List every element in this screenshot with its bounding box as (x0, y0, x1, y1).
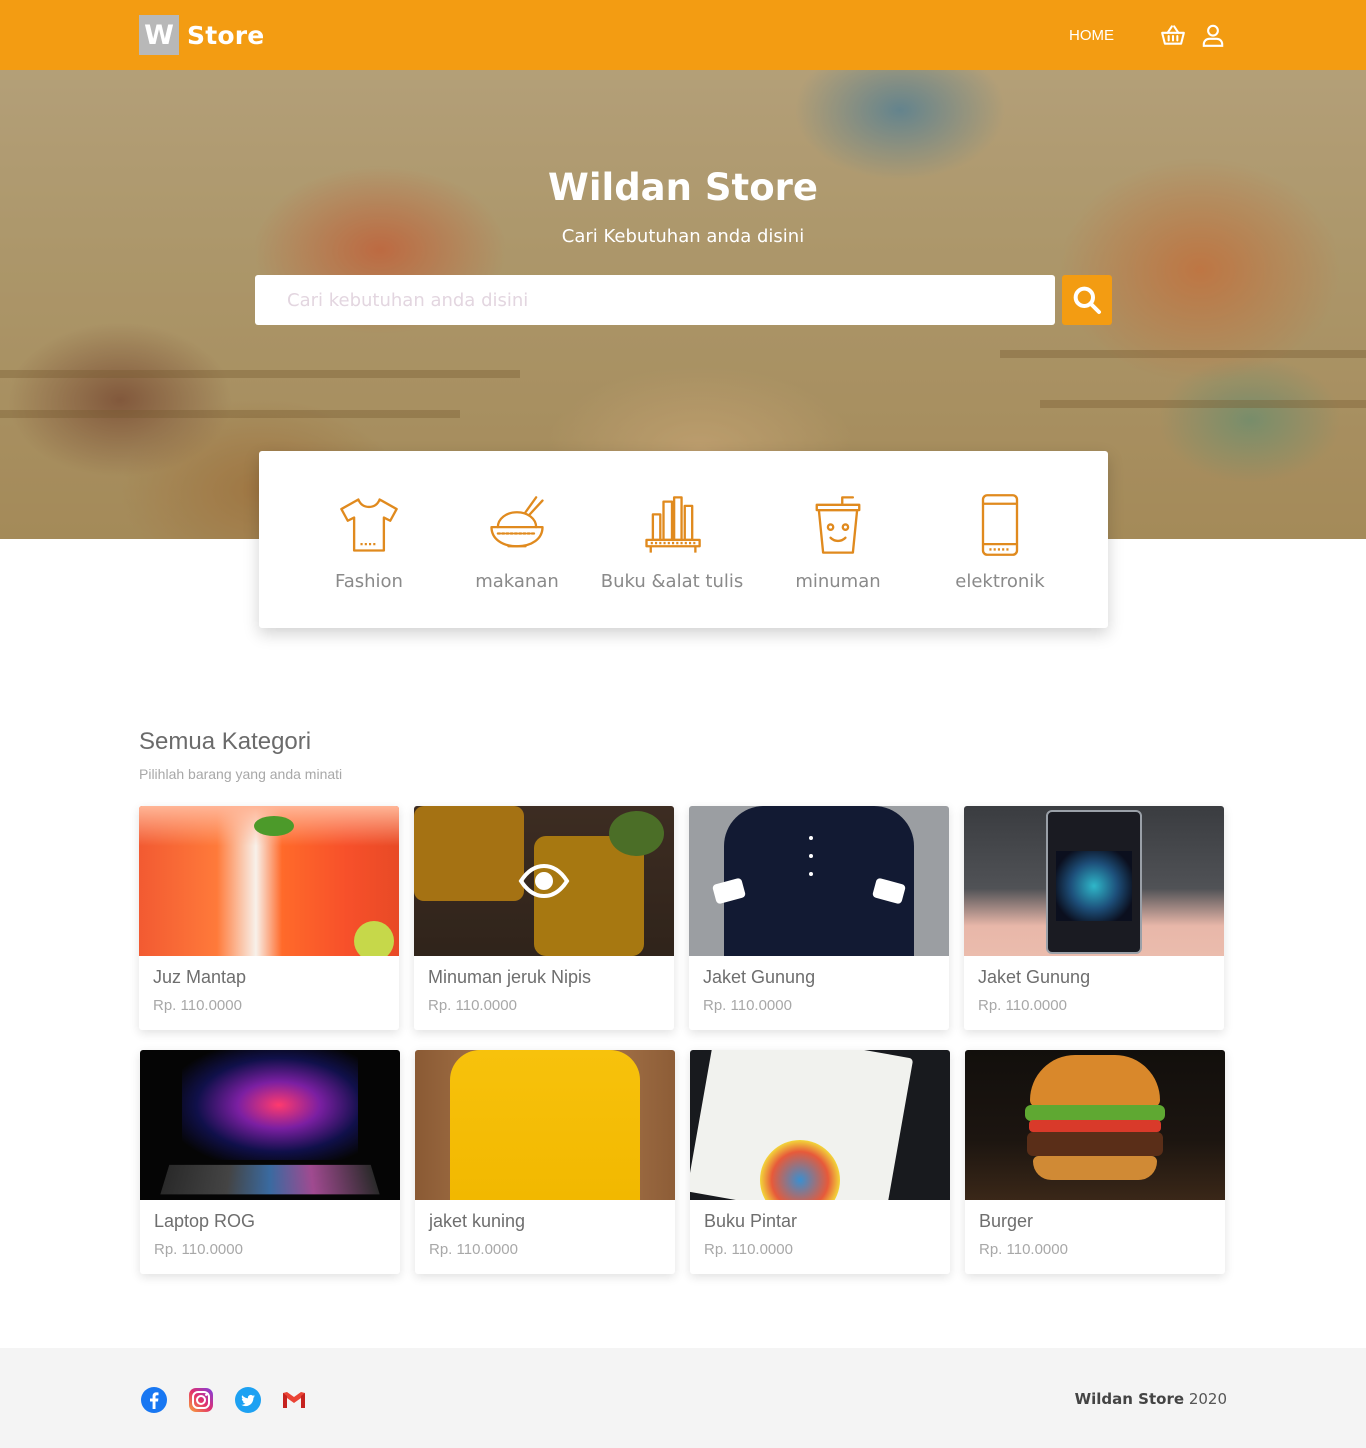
section-subtitle: Pilihlah barang yang anda minati (139, 766, 343, 782)
eye-icon[interactable] (518, 863, 570, 899)
product-image (414, 806, 674, 956)
product-card[interactable]: Jaket Gunung Rp. 110.0000 (964, 806, 1224, 1030)
nav-menu: HOME (1069, 20, 1226, 50)
product-image (139, 806, 399, 956)
search-input[interactable] (255, 275, 1055, 325)
smartphone-icon (981, 494, 1019, 556)
hero-title: Wildan Store (548, 166, 818, 209)
category-minuman[interactable]: minuman (763, 491, 913, 592)
tshirt-icon (340, 498, 398, 552)
product-price: Rp. 110.0000 (703, 997, 792, 1014)
footer-brand: Wildan Store (1074, 1390, 1185, 1408)
instagram-icon[interactable] (187, 1386, 215, 1414)
search-icon (1073, 286, 1101, 314)
product-name: Jaket Gunung (978, 967, 1091, 987)
category-label: Fashion (335, 571, 403, 592)
product-price: Rp. 110.0000 (154, 1241, 243, 1258)
product-image (965, 1050, 1225, 1200)
product-card[interactable]: Laptop ROG Rp. 110.0000 (140, 1050, 400, 1274)
product-image (690, 1050, 950, 1200)
product-card[interactable]: Buku Pintar Rp. 110.0000 (690, 1050, 950, 1274)
product-image (964, 806, 1224, 956)
category-label: makanan (475, 571, 559, 592)
footer-copyright: Wildan Store 2020 (1075, 1390, 1227, 1408)
footer-year: 2020 (1188, 1390, 1227, 1408)
product-image (689, 806, 949, 956)
product-card[interactable]: Juz Mantap Rp. 110.0000 (139, 806, 399, 1030)
category-label: elektronik (955, 571, 1045, 592)
product-name: Laptop ROG (154, 1211, 256, 1231)
brand-name: Store (187, 20, 265, 50)
brand-logo: W (139, 15, 179, 55)
product-name: Jaket Gunung (703, 967, 816, 987)
basket-icon[interactable] (1160, 22, 1186, 48)
category-makanan[interactable]: makanan (442, 491, 592, 592)
product-card[interactable]: Jaket Gunung Rp. 110.0000 (689, 806, 949, 1030)
search-button[interactable] (1062, 275, 1112, 325)
product-price: Rp. 110.0000 (704, 1241, 793, 1258)
product-name: Burger (979, 1211, 1034, 1231)
nav-home-link[interactable]: HOME (1069, 27, 1114, 44)
product-image (140, 1050, 400, 1200)
product-hover-overlay (414, 806, 674, 956)
product-card[interactable]: Minuman jeruk Nipis Rp. 110.0000 (414, 806, 674, 1030)
category-label: minuman (795, 571, 881, 592)
user-icon[interactable] (1200, 22, 1226, 48)
books-icon (645, 496, 701, 553)
section-title: Semua Kategori (139, 728, 312, 755)
drink-cup-icon (815, 496, 861, 554)
product-name: Minuman jeruk Nipis (428, 967, 592, 987)
product-price: Rp. 110.0000 (429, 1241, 518, 1258)
category-fashion[interactable]: Fashion (294, 491, 444, 592)
category-elektronik[interactable]: elektronik (925, 491, 1075, 592)
brand[interactable]: W Store (139, 15, 264, 55)
product-name: Buku Pintar (704, 1211, 798, 1231)
product-card[interactable]: Burger Rp. 110.0000 (965, 1050, 1225, 1274)
category-card: Fashion makanan Buku &alat tulis minuman… (259, 451, 1108, 628)
product-price: Rp. 110.0000 (978, 997, 1067, 1014)
product-card[interactable]: jaket kuning Rp. 110.0000 (415, 1050, 675, 1274)
footer: Wildan Store 2020 (0, 1348, 1366, 1448)
product-name: jaket kuning (429, 1211, 526, 1231)
category-label: Buku &alat tulis (600, 571, 744, 592)
rice-bowl-icon (490, 496, 544, 548)
hero-subtitle: Cari Kebutuhan anda disini (561, 226, 805, 247)
navbar: W Store HOME (0, 0, 1366, 70)
gmail-icon[interactable] (280, 1386, 308, 1414)
product-price: Rp. 110.0000 (153, 997, 242, 1014)
category-buku[interactable]: Buku &alat tulis (597, 491, 747, 592)
facebook-icon[interactable] (140, 1386, 168, 1414)
product-name: Juz Mantap (153, 967, 247, 987)
product-price: Rp. 110.0000 (979, 1241, 1068, 1258)
twitter-icon[interactable] (234, 1386, 262, 1414)
product-price: Rp. 110.0000 (428, 997, 517, 1014)
product-image (415, 1050, 675, 1200)
